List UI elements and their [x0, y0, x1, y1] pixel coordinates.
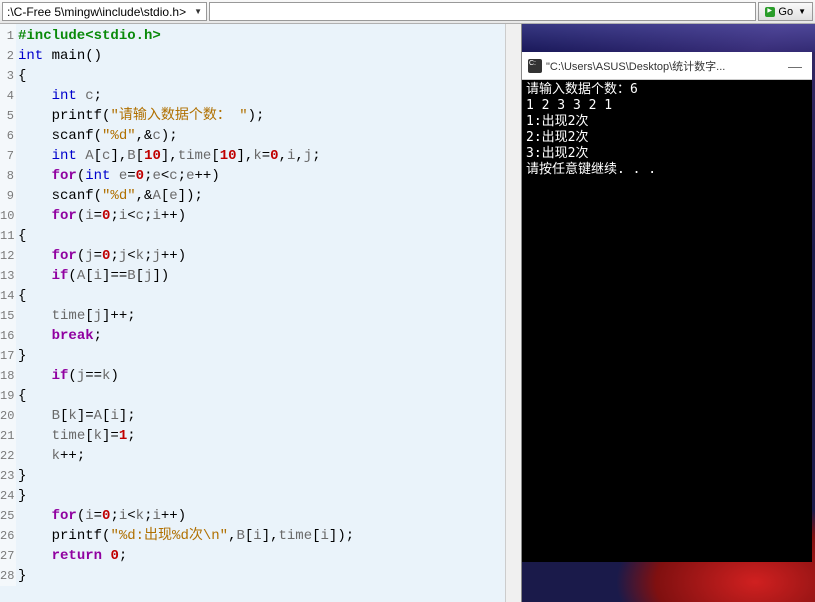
- code-line[interactable]: {: [18, 66, 354, 86]
- minimize-icon[interactable]: —: [784, 58, 806, 74]
- console-output: 请输入数据个数：6 1 2 3 3 2 1 1:出现2次 2:出现2次 3:出现…: [522, 80, 812, 180]
- search-input[interactable]: [209, 2, 756, 21]
- code-line[interactable]: for(i=0;i<c;i++): [18, 206, 354, 226]
- code-line[interactable]: if(A[i]==B[j]): [18, 266, 354, 286]
- code-line[interactable]: }: [18, 466, 354, 486]
- main-area: 1234567891011121314151617181920212223242…: [0, 24, 815, 602]
- line-number: 6: [0, 126, 16, 146]
- line-number: 26: [0, 526, 16, 546]
- code-line[interactable]: int main(): [18, 46, 354, 66]
- line-number: 15: [0, 306, 16, 326]
- go-icon: [765, 7, 775, 17]
- line-number: 13: [0, 266, 16, 286]
- console-icon: [528, 59, 542, 73]
- code-line[interactable]: for(j=0;j<k;j++): [18, 246, 354, 266]
- line-number: 1: [0, 26, 16, 46]
- line-number: 25: [0, 506, 16, 526]
- line-number: 7: [0, 146, 16, 166]
- console-title-text: "C:\Users\ASUS\Desktop\统计数字...: [546, 58, 780, 74]
- code-line[interactable]: for(int e=0;e<c;e++): [18, 166, 354, 186]
- code-line[interactable]: #include<stdio.h>: [18, 26, 354, 46]
- code-line[interactable]: scanf("%d",&c);: [18, 126, 354, 146]
- line-number: 11: [0, 226, 16, 246]
- console-titlebar[interactable]: "C:\Users\ASUS\Desktop\统计数字... —: [522, 52, 812, 80]
- code-line[interactable]: printf("请输入数据个数： ");: [18, 106, 354, 126]
- code-line[interactable]: {: [18, 386, 354, 406]
- line-number: 12: [0, 246, 16, 266]
- line-number: 16: [0, 326, 16, 346]
- code-line[interactable]: printf("%d:出现%d次\n",B[i],time[i]);: [18, 526, 354, 546]
- code-line[interactable]: time[j]++;: [18, 306, 354, 326]
- code-line[interactable]: k++;: [18, 446, 354, 466]
- toolbar: :\C-Free 5\mingw\include\stdio.h> ▼ Go ▼: [0, 0, 815, 24]
- file-path-dropdown[interactable]: :\C-Free 5\mingw\include\stdio.h> ▼: [2, 2, 207, 21]
- code-line[interactable]: break;: [18, 326, 354, 346]
- go-label: Go: [778, 6, 793, 18]
- line-gutter: 1234567891011121314151617181920212223242…: [0, 24, 16, 586]
- chevron-down-icon: ▼: [194, 7, 202, 16]
- code-line[interactable]: scanf("%d",&A[e]);: [18, 186, 354, 206]
- line-number: 8: [0, 166, 16, 186]
- line-number: 21: [0, 426, 16, 446]
- line-number: 5: [0, 106, 16, 126]
- code-body[interactable]: #include<stdio.h>int main(){ int c; prin…: [18, 26, 354, 586]
- code-line[interactable]: return 0;: [18, 546, 354, 566]
- line-number: 14: [0, 286, 16, 306]
- line-number: 28: [0, 566, 16, 586]
- code-line[interactable]: }: [18, 566, 354, 586]
- line-number: 10: [0, 206, 16, 226]
- code-line[interactable]: time[k]=1;: [18, 426, 354, 446]
- code-editor[interactable]: 1234567891011121314151617181920212223242…: [0, 24, 522, 602]
- desktop-pane: "C:\Users\ASUS\Desktop\统计数字... — 请输入数据个数…: [522, 24, 815, 602]
- code-line[interactable]: int c;: [18, 86, 354, 106]
- line-number: 19: [0, 386, 16, 406]
- code-line[interactable]: {: [18, 286, 354, 306]
- line-number: 9: [0, 186, 16, 206]
- chevron-down-icon: ▼: [798, 7, 806, 16]
- line-number: 3: [0, 66, 16, 86]
- code-line[interactable]: B[k]=A[i];: [18, 406, 354, 426]
- line-number: 22: [0, 446, 16, 466]
- code-line[interactable]: {: [18, 226, 354, 246]
- code-line[interactable]: for(i=0;i<k;i++): [18, 506, 354, 526]
- file-path-text: :\C-Free 5\mingw\include\stdio.h>: [7, 5, 186, 19]
- line-number: 17: [0, 346, 16, 366]
- line-number: 4: [0, 86, 16, 106]
- line-number: 24: [0, 486, 16, 506]
- line-number: 27: [0, 546, 16, 566]
- go-button[interactable]: Go ▼: [758, 2, 813, 21]
- code-line[interactable]: if(j==k): [18, 366, 354, 386]
- line-number: 18: [0, 366, 16, 386]
- vertical-scrollbar[interactable]: [505, 24, 521, 602]
- code-line[interactable]: }: [18, 346, 354, 366]
- line-number: 20: [0, 406, 16, 426]
- console-window[interactable]: "C:\Users\ASUS\Desktop\统计数字... — 请输入数据个数…: [522, 52, 812, 562]
- code-line[interactable]: }: [18, 486, 354, 506]
- line-number: 23: [0, 466, 16, 486]
- desktop-background: [522, 24, 815, 52]
- line-number: 2: [0, 46, 16, 66]
- code-line[interactable]: int A[c],B[10],time[10],k=0,i,j;: [18, 146, 354, 166]
